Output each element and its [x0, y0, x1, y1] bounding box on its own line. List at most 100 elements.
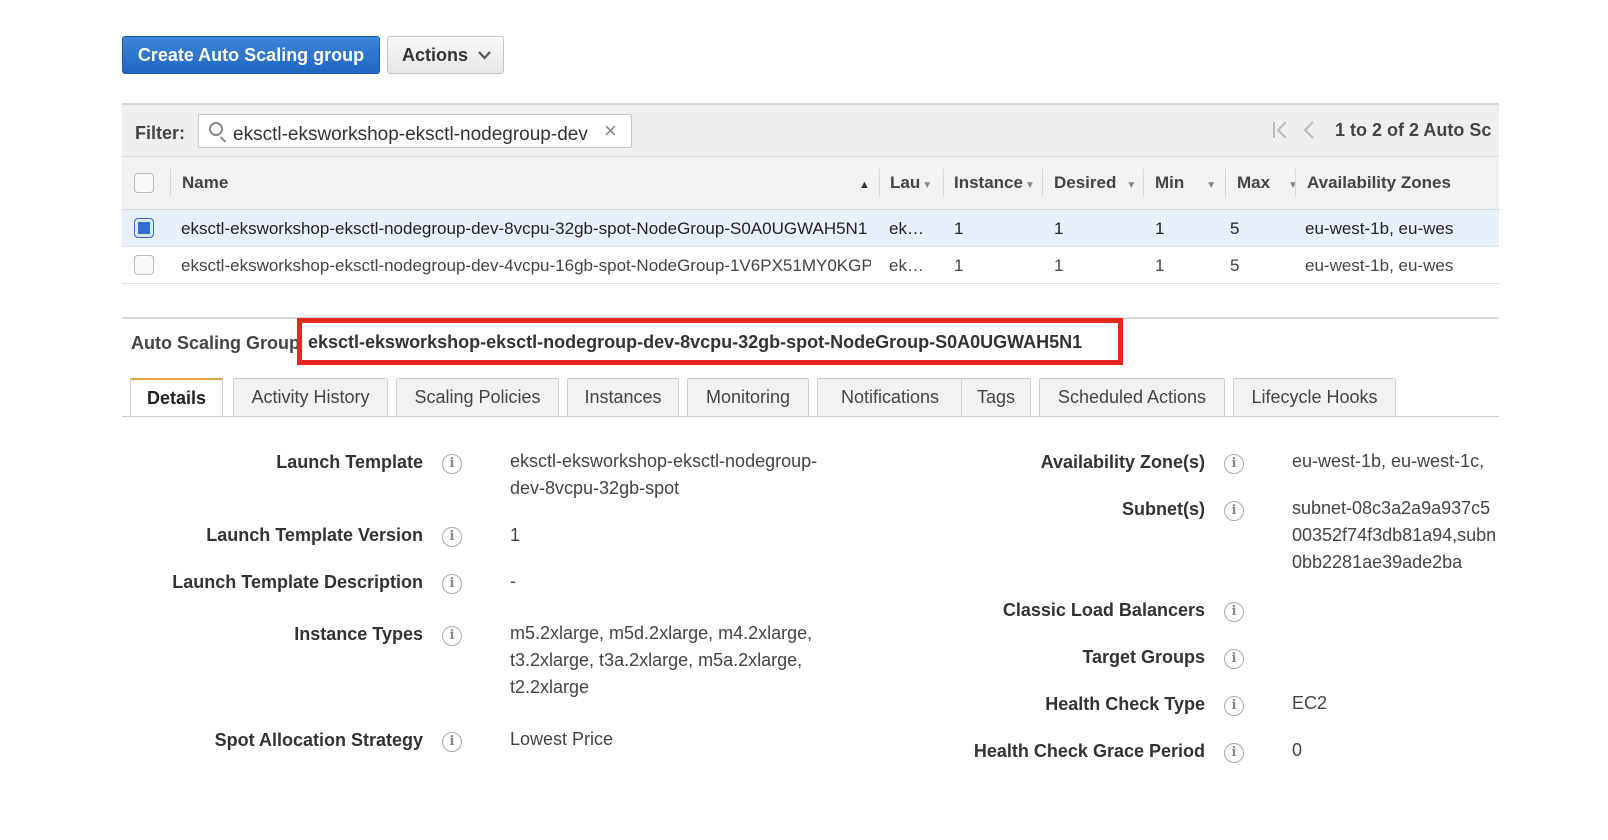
column-launch[interactable]: Lau ▼ [890, 157, 942, 210]
tab-scaling-policies[interactable]: Scaling Policies [396, 378, 559, 416]
row-min: 1 [1155, 219, 1165, 238]
instance-types-label: Instance Types [294, 624, 423, 644]
sort-ascending-icon[interactable]: ▲ [859, 179, 870, 191]
column-desired[interactable]: Desired ▼ [1054, 157, 1144, 210]
instance-types-line: m5.2xlarge, m5d.2xlarge, m4.2xlarge, [510, 623, 813, 643]
column-min-label: Min [1155, 173, 1185, 192]
row-checkbox[interactable] [134, 218, 154, 238]
create-auto-scaling-group-button[interactable]: Create Auto Scaling group [122, 36, 380, 74]
column-min[interactable]: Min ▼ [1155, 157, 1227, 210]
auto-scaling-group-name: eksctl-eksworkshop-eksctl-nodegroup-dev-… [308, 332, 1083, 352]
column-max-label: Max [1237, 173, 1271, 192]
info-icon[interactable]: i [442, 574, 462, 594]
subnet-line: 0bb2281ae39ade2ba [1292, 552, 1463, 572]
auto-scaling-groups-table: Filter: eksctl-eksworkshop-eksctl-nodegr… [122, 103, 1499, 288]
instance-types-value: m5.2xlarge, m5d.2xlarge, m4.2xlarge, t3.… [510, 620, 812, 701]
tab-notifications[interactable]: Notifications [817, 378, 963, 416]
tab-activity-history[interactable]: Activity History [233, 378, 388, 416]
info-icon[interactable]: i [1224, 602, 1244, 622]
row-launch: ek… [889, 219, 924, 238]
info-icon[interactable]: i [442, 626, 462, 646]
row-desired: 1 [1054, 256, 1064, 275]
filter-bar: Filter: eksctl-eksworkshop-eksctl-nodegr… [122, 103, 1499, 157]
tab-scheduled-actions[interactable]: Scheduled Actions [1039, 378, 1225, 416]
table-row[interactable]: eksctl-eksworkshop-eksctl-nodegroup-dev-… [122, 210, 1499, 247]
launch-template-version-value: 1 [510, 525, 521, 545]
health-check-grace-period-value: 0 [1292, 740, 1303, 760]
table-header: Name ▲ Lau ▼ Instance ▼ Desired ▼ Min ▼ Max ▼… [122, 157, 1499, 210]
select-all-checkbox[interactable] [134, 173, 154, 193]
target-groups-label: Target Groups [1082, 647, 1205, 667]
info-icon[interactable]: i [1224, 743, 1244, 763]
instance-types-line: t2.2xlarge [510, 677, 590, 697]
availability-zones-label: Availability Zone(s) [1040, 452, 1205, 472]
launch-template-line: dev-8vcpu-32gb-spot [510, 478, 680, 498]
info-icon[interactable]: i [1224, 696, 1244, 716]
info-icon[interactable]: i [1224, 501, 1244, 521]
previous-page-icon[interactable] [1302, 120, 1316, 145]
auto-scaling-group-label: Auto Scaling Group [131, 333, 300, 353]
subnets-label: Subnet(s) [1122, 499, 1205, 519]
column-name-label: Name [182, 173, 229, 192]
search-icon [209, 122, 223, 136]
row-zones: eu-west-1b, eu-wes [1305, 256, 1454, 275]
tab-monitoring[interactable]: Monitoring [687, 378, 809, 416]
info-icon[interactable]: i [1224, 649, 1244, 669]
subnet-line: 00352f74f3db81a94,subn [1292, 525, 1497, 545]
launch-template-value: eksctl-eksworkshop-eksctl-nodegroup- dev… [510, 448, 817, 502]
info-icon[interactable]: i [1224, 454, 1244, 474]
filter-value: eksctl-eksworkshop-eksctl-nodegroup-dev [233, 124, 588, 145]
filter-input[interactable]: eksctl-eksworkshop-eksctl-nodegroup-dev … [198, 114, 632, 148]
column-availability-zones[interactable]: Availability Zones [1307, 157, 1499, 210]
pagination-info: 1 to 2 of 2 Auto Sc [1335, 120, 1492, 140]
column-instances[interactable]: Instance ▼ [954, 157, 1042, 210]
row-instances: 1 [954, 256, 964, 275]
info-icon[interactable]: i [442, 454, 462, 474]
subnet-line: subnet-08c3a2a9a937c5 [1292, 498, 1491, 518]
row-launch: ek… [889, 256, 924, 275]
tab-instances[interactable]: Instances [567, 378, 679, 416]
column-availability-zones-label: Availability Zones [1307, 173, 1451, 192]
filter-label: Filter: [135, 123, 186, 143]
launch-template-description-label: Launch Template Description [172, 572, 423, 592]
actions-dropdown-button[interactable]: Actions [387, 36, 504, 74]
health-check-type-label: Health Check Type [1045, 694, 1205, 714]
actions-label: Actions [402, 45, 469, 65]
table-row[interactable]: eksctl-eksworkshop-eksctl-nodegroup-dev-… [122, 247, 1499, 284]
launch-template-label: Launch Template [276, 452, 423, 472]
info-icon[interactable]: i [442, 527, 462, 547]
clear-filter-icon[interactable]: × [604, 118, 617, 144]
classic-load-balancers-label: Classic Load Balancers [1002, 600, 1205, 620]
tab-tags[interactable]: Tags [961, 378, 1031, 416]
instance-types-line: t3.2xlarge, t3a.2xlarge, m5a.2xlarge, [510, 650, 803, 670]
column-max[interactable]: Max ▼ [1237, 157, 1297, 210]
row-name: eksctl-eksworkshop-eksctl-nodegroup-dev-… [181, 219, 868, 238]
subnets-value: subnet-08c3a2a9a937c5 00352f74f3db81a94,… [1292, 495, 1499, 576]
launch-template-description-value: - [510, 571, 516, 591]
launch-template-version-label: Launch Template Version [206, 525, 423, 545]
column-desired-label: Desired [1054, 173, 1117, 192]
tab-lifecycle-hooks[interactable]: Lifecycle Hooks [1233, 378, 1396, 416]
row-zones: eu-west-1b, eu-wes [1305, 219, 1454, 238]
row-desired: 1 [1054, 219, 1064, 238]
column-name[interactable]: Name [182, 157, 882, 210]
column-launch-label: Lau [890, 173, 921, 192]
row-name: eksctl-eksworkshop-eksctl-nodegroup-dev-… [181, 256, 871, 275]
launch-template-line: eksctl-eksworkshop-eksctl-nodegroup- [510, 451, 818, 471]
chevron-down-icon [478, 37, 491, 87]
row-min: 1 [1155, 256, 1165, 275]
spot-allocation-strategy-value: Lowest Price [510, 729, 614, 749]
availability-zones-value: eu-west-1b, eu-west-1c, [1292, 451, 1485, 471]
tab-details[interactable]: Details [130, 378, 223, 417]
column-instances-label: Instance [954, 173, 1023, 192]
row-checkbox[interactable] [134, 255, 154, 275]
health-check-grace-period-label: Health Check Grace Period [973, 741, 1205, 761]
first-page-icon[interactable] [1272, 120, 1290, 145]
health-check-type-value: EC2 [1292, 693, 1328, 713]
row-max: 5 [1230, 219, 1240, 238]
row-instances: 1 [954, 219, 964, 238]
info-icon[interactable]: i [442, 732, 462, 752]
spot-allocation-strategy-label: Spot Allocation Strategy [214, 730, 423, 750]
tabs-baseline [122, 416, 1499, 417]
row-max: 5 [1230, 256, 1240, 275]
